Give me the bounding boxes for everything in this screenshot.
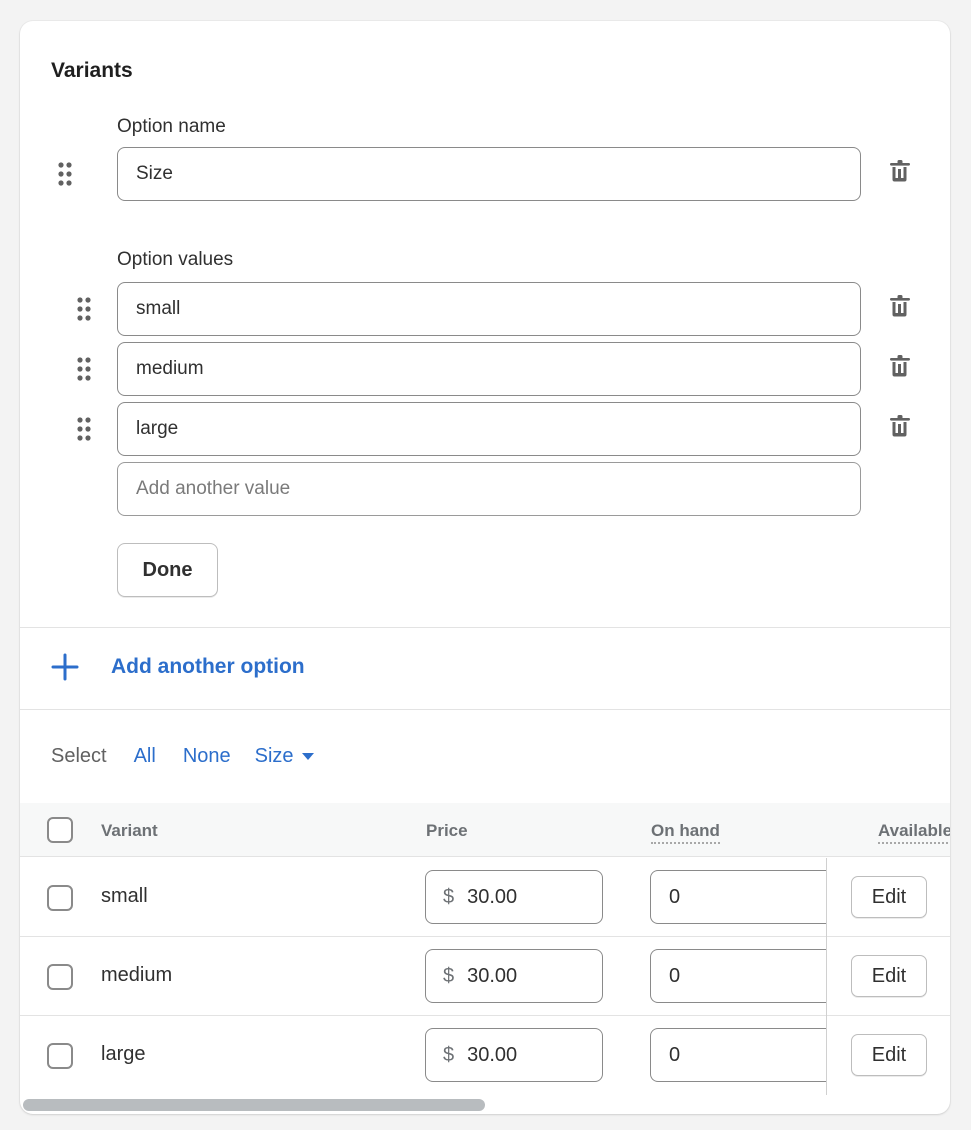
delete-option-icon[interactable] <box>889 159 911 185</box>
variants-card: Variants Option name Size Option values … <box>20 21 950 1114</box>
currency-symbol: $ <box>443 885 455 908</box>
divider <box>827 936 950 937</box>
select-size-label: Size <box>254 745 294 767</box>
section-title: Variants <box>51 59 133 82</box>
option-value-input[interactable]: small <box>117 282 861 336</box>
variant-name: small <box>101 885 148 907</box>
price-input[interactable]: $ 30.00 <box>425 949 603 1003</box>
on-hand-input[interactable]: 0 <box>650 949 840 1003</box>
add-another-option-label: Add another option <box>111 655 305 678</box>
drag-handle-icon[interactable] <box>76 297 92 321</box>
currency-symbol: $ <box>443 964 455 987</box>
variant-name: large <box>101 1043 146 1065</box>
edit-button[interactable]: Edit <box>851 955 927 997</box>
option-name-input[interactable]: Size <box>117 147 861 201</box>
header-available[interactable]: Available <box>878 821 950 844</box>
add-another-option-button[interactable]: Add another option <box>51 653 305 681</box>
variant-name: medium <box>101 964 173 986</box>
price-value: 30.00 <box>467 964 518 987</box>
drag-handle-icon[interactable] <box>57 162 73 186</box>
table-header: Variant Price On hand Available <box>20 803 950 857</box>
price-input[interactable]: $ 30.00 <box>425 1028 603 1082</box>
select-all-checkbox[interactable] <box>47 817 73 843</box>
delete-value-icon[interactable] <box>889 414 911 440</box>
drag-handle-icon[interactable] <box>76 357 92 381</box>
select-size-dropdown[interactable]: Size <box>255 745 314 768</box>
add-value-input[interactable]: Add another value <box>117 462 861 516</box>
divider <box>827 1015 950 1016</box>
plus-icon <box>51 653 79 681</box>
currency-symbol: $ <box>443 1043 455 1066</box>
divider <box>20 627 950 628</box>
row-checkbox[interactable] <box>47 964 73 990</box>
select-bar: Select All None Size <box>51 745 314 768</box>
on-hand-input[interactable]: 0 <box>650 870 840 924</box>
table-row: large $ 30.00 0 <box>20 1016 950 1095</box>
select-none-link[interactable]: None <box>183 745 231 768</box>
option-values-label: Option values <box>117 249 234 270</box>
row-checkbox[interactable] <box>47 1043 73 1069</box>
done-button[interactable]: Done <box>117 543 218 597</box>
header-on-hand[interactable]: On hand <box>651 821 720 844</box>
row-checkbox[interactable] <box>47 885 73 911</box>
delete-value-icon[interactable] <box>889 294 911 320</box>
option-value-input[interactable]: large <box>117 402 861 456</box>
option-value-input[interactable]: medium <box>117 342 861 396</box>
divider <box>20 709 950 710</box>
price-value: 30.00 <box>467 885 518 908</box>
caret-down-icon <box>301 753 314 760</box>
on-hand-input[interactable]: 0 <box>650 1028 840 1082</box>
select-label: Select <box>51 745 107 767</box>
price-value: 30.00 <box>467 1043 518 1066</box>
edit-button[interactable]: Edit <box>851 1034 927 1076</box>
horizontal-scrollbar[interactable] <box>23 1099 485 1111</box>
table-row: medium $ 30.00 0 <box>20 937 950 1016</box>
delete-value-icon[interactable] <box>889 354 911 380</box>
table-row: small $ 30.00 0 <box>20 858 950 937</box>
header-price: Price <box>426 821 468 840</box>
select-all-link[interactable]: All <box>134 745 156 768</box>
drag-handle-icon[interactable] <box>76 417 92 441</box>
header-variant: Variant <box>101 821 158 840</box>
price-input[interactable]: $ 30.00 <box>425 870 603 924</box>
edit-button[interactable]: Edit <box>851 876 927 918</box>
option-name-label: Option name <box>117 116 226 137</box>
